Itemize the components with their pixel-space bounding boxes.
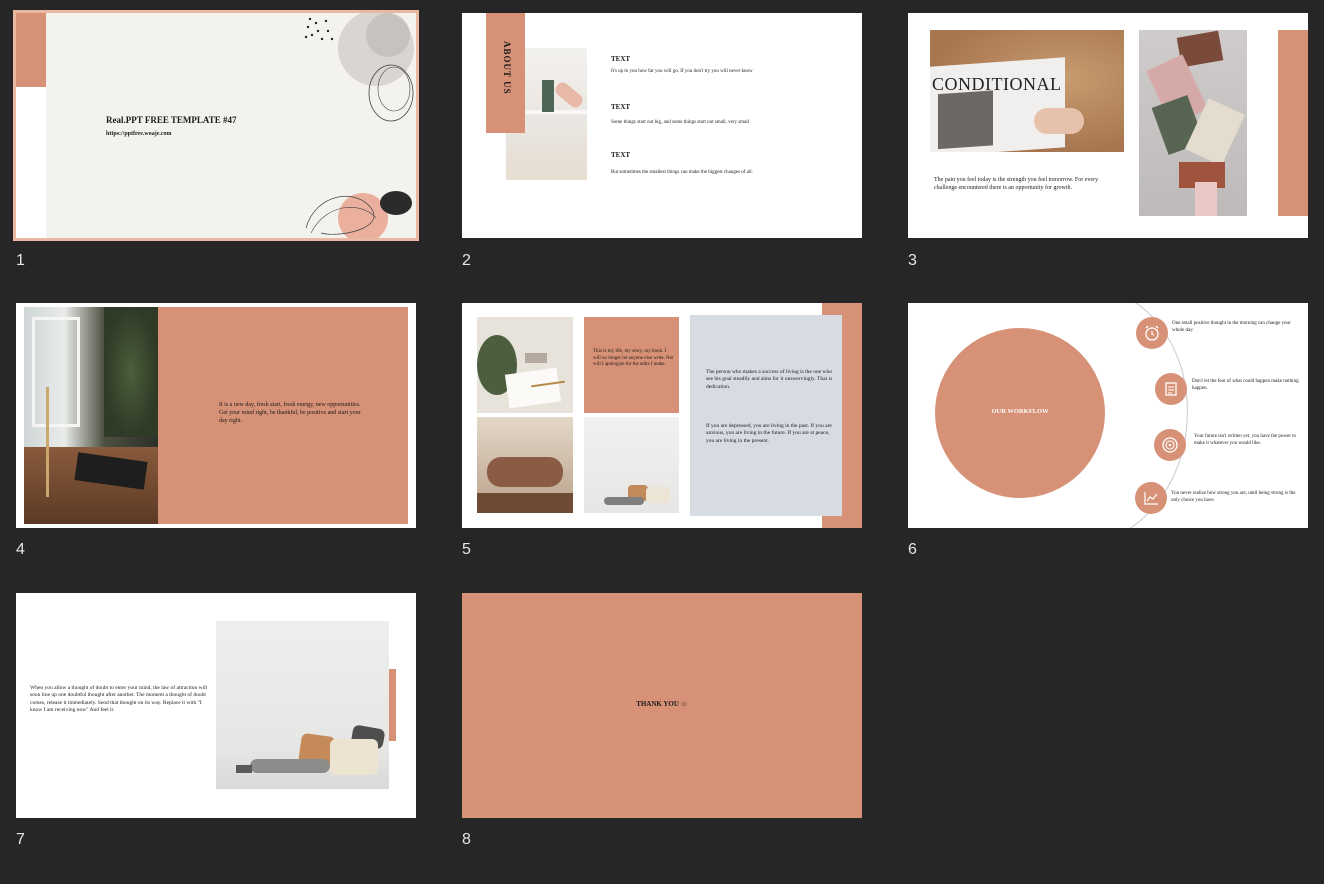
- text-heading-3: TEXT: [611, 151, 631, 159]
- room-photo: [216, 621, 389, 789]
- step-icon-2: [1155, 373, 1187, 405]
- quote-card-text: This is my life, my story, my book. I wi…: [593, 349, 674, 367]
- desk-photo: [24, 307, 158, 524]
- arm: [553, 79, 585, 111]
- slide-number-3: 3: [908, 252, 917, 269]
- cushion-gray: [604, 497, 644, 505]
- alarm-clock-icon: [1145, 325, 1159, 341]
- step-icon-3: [1154, 429, 1186, 461]
- text-heading-2: TEXT: [611, 103, 631, 111]
- pillow-white: [646, 487, 670, 503]
- text-heading-1: TEXT: [611, 55, 631, 63]
- pillows-photo: [584, 417, 679, 513]
- thank-you-title: THANK YOU ☺: [636, 700, 688, 708]
- magazine: [930, 57, 1065, 152]
- left-white-band: [16, 87, 46, 238]
- plant: [104, 307, 158, 437]
- slide-number-8: 8: [462, 831, 471, 848]
- content-panel: It is a new day, fresh start, fresh ener…: [158, 307, 408, 524]
- step-icon-4: [1135, 482, 1167, 514]
- panel-paragraph-2: If you are depressed, you are living in …: [706, 423, 832, 444]
- wood-table: [477, 493, 573, 513]
- phone: [525, 353, 547, 363]
- step-text-1: One small positive thought in the mornin…: [1172, 321, 1291, 333]
- text-panel: The person who makes a success of living…: [690, 315, 842, 516]
- slide-title: Real.PPT FREE TEMPLATE #47: [106, 115, 237, 125]
- step-icon-1: [1136, 317, 1168, 349]
- quote-card: This is my life, my story, my book. I wi…: [584, 317, 679, 413]
- hands-photo: [477, 417, 573, 513]
- quote-text: The pain you feel today is the strength …: [934, 177, 1099, 191]
- body-text: When you allow a thought of doubt to ent…: [30, 685, 208, 714]
- stacked-hands: [487, 457, 563, 487]
- slide-number-5: 5: [462, 541, 471, 558]
- pillow-fluffy: [330, 739, 378, 775]
- slide-thumbnail-5[interactable]: This is my life, my story, my book. I wi…: [462, 303, 862, 528]
- green-book: [542, 80, 554, 112]
- cushion-gray: [250, 759, 330, 773]
- panel-text: It is a new day, fresh start, fresh ener…: [219, 402, 361, 424]
- about-us-banner: ABOUT US: [486, 13, 525, 133]
- magazine-photo: CONDITIONAL: [930, 30, 1124, 152]
- accent-bar: [1278, 30, 1308, 216]
- step-text-3: Your future isn't written yet, you have …: [1194, 434, 1297, 446]
- slide-thumbnail-1[interactable]: Real.PPT FREE TEMPLATE #47 https://pptfr…: [13, 10, 419, 241]
- slide-number-4: 4: [16, 541, 25, 558]
- slide-number-6: 6: [908, 541, 917, 558]
- notebook-photo: [477, 317, 573, 413]
- book-pale: [1195, 182, 1217, 216]
- target-icon: [1162, 437, 1178, 453]
- step-text-4: You never realize how strong you are, un…: [1171, 491, 1296, 503]
- about-us-label: ABOUT US: [502, 41, 512, 95]
- text-body-1: It's up to you how far you will go. If y…: [611, 69, 753, 74]
- magazine-photo-inset: [938, 90, 993, 150]
- text-body-3: But sometimes the smallest things can ma…: [611, 170, 753, 175]
- window-frame: [32, 317, 80, 427]
- pencil: [46, 387, 49, 497]
- panel-paragraph-1: The person who makes a success of living…: [706, 369, 833, 390]
- books-photo: [1139, 30, 1247, 216]
- document-icon: [1165, 382, 1177, 396]
- hand: [1034, 108, 1084, 134]
- text-body-2: Some things start out big, and some thin…: [611, 120, 750, 125]
- slide-thumbnail-8[interactable]: THANK YOU ☺: [462, 593, 862, 818]
- slide-thumbnail-4[interactable]: It is a new day, fresh start, fresh ener…: [16, 303, 416, 528]
- magazine-title: CONDITIONAL: [932, 74, 1062, 94]
- watercolor-decoration-bottom: [305, 191, 412, 238]
- slide-url: https://pptfree.woaje.com: [106, 131, 172, 137]
- mug: [236, 765, 252, 773]
- accent-block: [16, 13, 46, 87]
- slide-thumbnail-2[interactable]: ABOUT US TEXT It's up to you how far you…: [462, 13, 862, 238]
- notebook: [504, 367, 562, 409]
- slide-number-7: 7: [16, 831, 25, 848]
- slide-number-1: 1: [16, 252, 25, 269]
- slide-thumbnail-7[interactable]: When you allow a thought of doubt to ent…: [16, 593, 416, 818]
- watercolor-decoration-top: [304, 13, 414, 122]
- workflow-circle: OUR WORKFLOW: [935, 328, 1105, 498]
- slide-thumbnail-6[interactable]: OUR WORKFLOW One small positive thought …: [908, 303, 1308, 528]
- slide-thumbnail-3[interactable]: CONDITIONAL The pain you feel today is t…: [908, 13, 1308, 238]
- step-text-2: Don't let the fear of what could happen …: [1192, 379, 1299, 391]
- workflow-title: OUR WORKFLOW: [991, 408, 1049, 415]
- slide-number-2: 2: [462, 252, 471, 269]
- chart-line-icon: [1144, 492, 1158, 505]
